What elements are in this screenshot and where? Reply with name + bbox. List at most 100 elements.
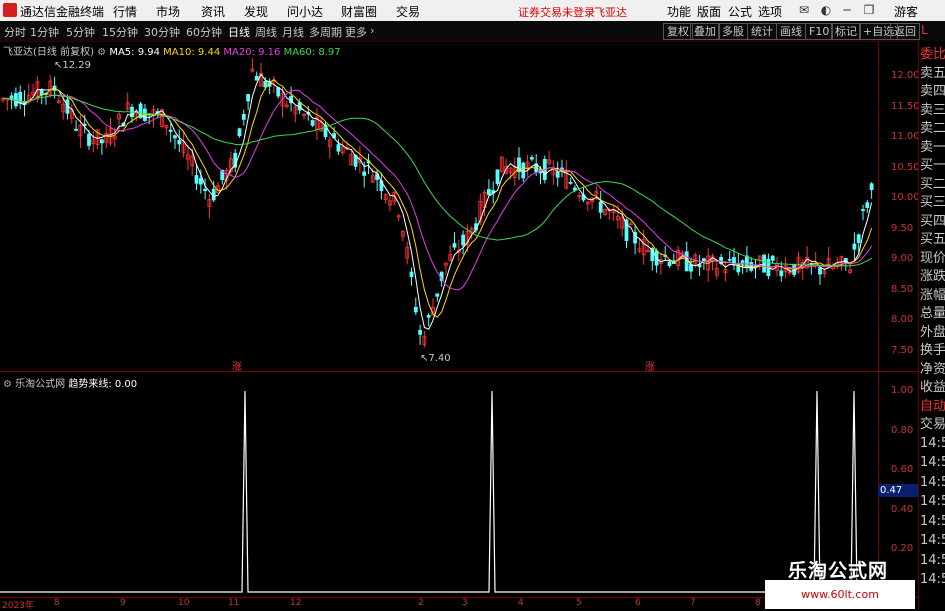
period-weekly[interactable]: 周线 xyxy=(255,24,277,40)
user-label[interactable]: 游客 xyxy=(894,3,918,20)
period-1min[interactable]: 1分钟 xyxy=(30,24,59,40)
ma5-value: MA5: 9.94 xyxy=(109,47,160,58)
candle-body xyxy=(852,243,857,250)
menu-wealth[interactable]: 财富圈 xyxy=(341,3,377,20)
indicator-value: 趋势来线: 0.00 xyxy=(68,379,138,390)
ma20-value: MA20: 9.16 xyxy=(223,47,281,58)
restore-icon[interactable]: ❐ xyxy=(861,1,877,19)
candle-body xyxy=(177,140,182,145)
date-tick: 8 xyxy=(755,598,761,608)
period-multi[interactable]: 多周期 xyxy=(309,24,342,40)
quote-field-label: 14:56 xyxy=(920,552,945,568)
ma60-value: MA60: 8.97 xyxy=(283,47,341,58)
mark-button[interactable]: 标记 xyxy=(831,23,861,40)
period-timeshare[interactable]: 分时 xyxy=(4,24,26,40)
candle-body xyxy=(684,251,689,272)
quote-field-label: 14:56 xyxy=(920,455,945,470)
period-monthly[interactable]: 月线 xyxy=(282,24,304,40)
ma-line-4 xyxy=(2,94,872,267)
indicator-tick: 0.60 xyxy=(891,464,914,475)
quote-field-label: 交易 xyxy=(920,417,945,432)
candle-body xyxy=(869,183,874,191)
quote-field-label: 买一 xyxy=(920,158,945,173)
minimize-icon[interactable]: ─ xyxy=(839,1,855,19)
candle-body xyxy=(426,314,431,318)
menu-news[interactable]: 资讯 xyxy=(201,3,225,20)
indicator-chart[interactable] xyxy=(0,372,878,597)
price-tick: 11.00 xyxy=(891,131,920,142)
overlay-button[interactable]: 叠加 xyxy=(690,23,720,40)
settings-icon[interactable]: ⚙ xyxy=(3,379,12,390)
chevron-right-icon[interactable]: › xyxy=(370,24,374,37)
candle-body xyxy=(568,181,573,184)
limit-up-marker: 涨 xyxy=(645,361,655,371)
candle-body xyxy=(39,89,44,96)
quote-field-label: 买四 xyxy=(920,213,945,229)
period-15min[interactable]: 15分钟 xyxy=(102,24,138,40)
menu-discover[interactable]: 发现 xyxy=(244,3,268,20)
candle-body xyxy=(461,234,466,246)
app-name: 通达信金融终端 xyxy=(20,5,105,19)
price-tick: 9.50 xyxy=(891,223,914,234)
price-tick: 10.00 xyxy=(891,192,920,203)
price-tick: 7.50 xyxy=(891,345,914,356)
quote-field-label: 卖三 xyxy=(920,102,945,118)
quote-field-label: 卖一 xyxy=(920,139,945,155)
candle-body xyxy=(336,144,341,152)
date-tick: 12 xyxy=(290,598,302,608)
menu-market[interactable]: 市场 xyxy=(156,3,180,20)
date-tick: 8 xyxy=(54,598,60,608)
menu-layout[interactable]: 版面 xyxy=(697,3,721,20)
menu-ask[interactable]: 问小达 xyxy=(287,3,323,20)
quote-field-label: 买三 xyxy=(920,195,945,210)
period-5min[interactable]: 5分钟 xyxy=(66,24,95,40)
chat-icon[interactable]: ✉ xyxy=(796,1,812,19)
candle-body xyxy=(13,93,18,107)
period-60min[interactable]: 60分钟 xyxy=(186,24,222,40)
f10-button[interactable]: F10 xyxy=(805,23,834,40)
main-chart-header: 飞亚达(日线 前复权) ⚙ MA5: 9.94 MA10: 9.44 MA20:… xyxy=(3,43,341,58)
candle-body xyxy=(555,171,560,178)
menu-formula[interactable]: 公式 xyxy=(728,3,752,20)
app-logo xyxy=(3,3,17,17)
candle-body xyxy=(263,81,268,88)
quote-field-label: 委比 xyxy=(920,47,945,62)
period-30min[interactable]: 30分钟 xyxy=(144,24,180,40)
candle-body xyxy=(100,139,104,144)
menu-trade[interactable]: 交易 xyxy=(396,3,420,20)
watermark-title: 乐淘公式网 xyxy=(788,560,889,582)
login-notice[interactable]: 证券交易未登录 xyxy=(518,4,595,20)
quote-field-label: 卖四 xyxy=(920,84,945,99)
candle-body xyxy=(818,267,822,275)
candle-body xyxy=(362,171,367,176)
stats-button[interactable]: 统计 xyxy=(747,23,777,40)
candle-body xyxy=(452,243,457,248)
back-button[interactable]: 返回 xyxy=(890,23,920,40)
stock-title: 飞亚达(日线 前复权) xyxy=(3,47,94,58)
quote-field-label: 14:56 xyxy=(920,533,945,548)
date-tick: 9 xyxy=(120,598,126,608)
candle-body xyxy=(435,293,440,297)
candlestick-chart[interactable]: ↖12.29 ↖7.40 涨 涨 xyxy=(0,41,878,371)
settings-icon[interactable]: ⚙ xyxy=(97,47,106,58)
indicator-tick: 1.00 xyxy=(891,385,914,396)
candle-body xyxy=(246,94,251,102)
period-more[interactable]: 更多 xyxy=(345,24,367,40)
menu-quotes[interactable]: 行情 xyxy=(113,3,137,20)
menu-options[interactable]: 选项 xyxy=(758,3,782,20)
price-axis: 12.00 11.50 11.00 10.50 10.00 9.50 9.00 … xyxy=(878,41,920,372)
l2-marker: L xyxy=(921,23,928,37)
candle-body xyxy=(413,306,418,313)
watermark-url: www.60lt.com xyxy=(765,580,915,609)
candle-body xyxy=(276,87,281,97)
price-tick: 8.50 xyxy=(891,284,914,295)
adjust-button[interactable]: 复权 xyxy=(663,23,693,40)
skin-icon[interactable]: ◐ xyxy=(818,1,834,19)
period-daily[interactable]: 日线 xyxy=(228,24,250,40)
date-tick: 2023年 xyxy=(2,601,34,611)
draw-button[interactable]: 画线 xyxy=(776,23,806,40)
multi-stock-button[interactable]: 多股 xyxy=(718,23,748,40)
candle-body xyxy=(203,188,208,191)
date-tick: 10 xyxy=(178,598,190,608)
menu-function[interactable]: 功能 xyxy=(667,3,691,20)
